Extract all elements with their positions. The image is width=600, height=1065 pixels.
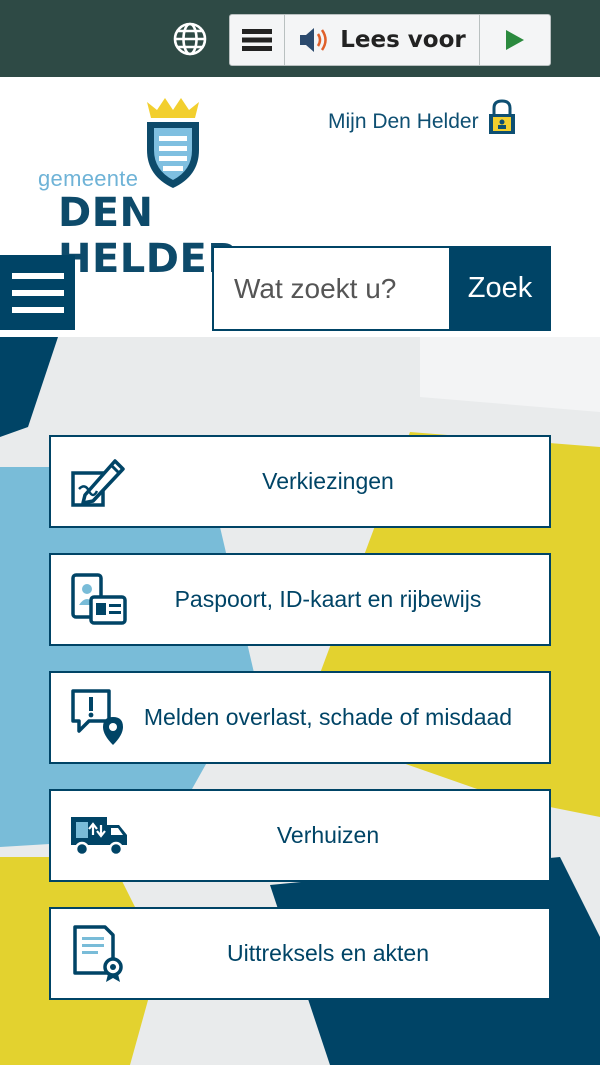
tile-label: Verkiezingen bbox=[262, 468, 394, 494]
tile-uittreksels[interactable]: Uittreksels en akten bbox=[49, 907, 551, 1000]
search-form: Zoek bbox=[212, 246, 551, 331]
readspeaker-widget: Lees voor bbox=[229, 14, 551, 66]
id-documents-icon bbox=[71, 573, 127, 625]
play-button[interactable] bbox=[480, 15, 550, 65]
account-link-label: Mijn Den Helder bbox=[328, 110, 479, 133]
readspeaker-menu-button[interactable] bbox=[230, 15, 285, 65]
crest-icon bbox=[147, 98, 199, 188]
speaker-icon bbox=[300, 28, 327, 52]
menu-bar bbox=[11, 289, 64, 296]
globe-icon[interactable] bbox=[170, 19, 210, 59]
logo-prefix: gemeente bbox=[38, 166, 139, 191]
tile-label: Verhuizen bbox=[276, 822, 380, 848]
tile-verhuizen[interactable]: Verhuizen bbox=[49, 789, 551, 882]
tile-verkiezingen[interactable]: Verkiezingen bbox=[49, 435, 551, 528]
certificate-icon bbox=[73, 925, 123, 982]
site-logo[interactable]: gemeente DEN HELDER bbox=[36, 96, 321, 282]
tile-label: Melden overlast, schade of misdaad bbox=[143, 704, 513, 730]
menu-bar bbox=[11, 306, 64, 313]
play-icon bbox=[506, 30, 524, 50]
tile-melden[interactable]: Melden overlast, schade of misdaad bbox=[49, 671, 551, 764]
read-aloud-button[interactable]: Lees voor bbox=[285, 15, 480, 65]
tile-label: Paspoort, ID-kaart en rijbewijs bbox=[174, 586, 482, 612]
main-menu-button[interactable] bbox=[0, 255, 75, 330]
top-toolbar: Lees voor bbox=[0, 0, 600, 77]
tile-label: Uittreksels en akten bbox=[227, 940, 429, 966]
read-aloud-label: Lees voor bbox=[340, 27, 466, 53]
pencil-ballot-icon bbox=[71, 459, 125, 507]
padlock-icon bbox=[488, 99, 515, 134]
menu-bar bbox=[11, 272, 64, 279]
moving-truck-icon bbox=[71, 817, 127, 857]
menu-lines-icon bbox=[242, 29, 272, 51]
search-button[interactable]: Zoek bbox=[449, 246, 551, 331]
account-link[interactable]: Mijn Den Helder bbox=[328, 98, 517, 136]
search-input[interactable] bbox=[212, 246, 449, 331]
tile-paspoort[interactable]: Paspoort, ID-kaart en rijbewijs bbox=[49, 553, 551, 646]
report-location-icon bbox=[71, 689, 123, 745]
